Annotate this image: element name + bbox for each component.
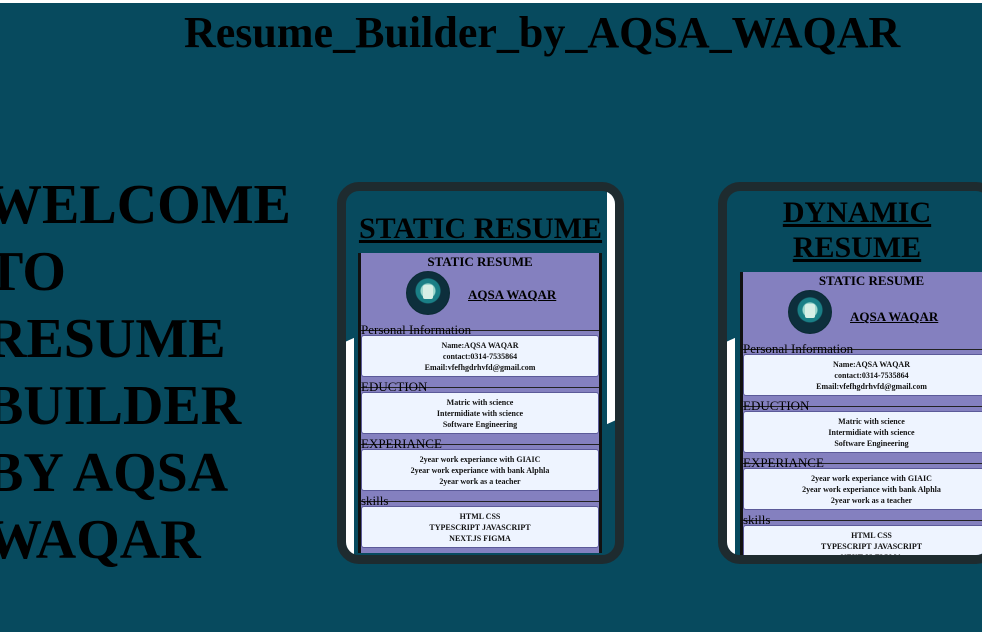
section-line: TYPESCRIPT JAVASCRIPT [820, 542, 923, 551]
section-line: Software Engineering [442, 420, 518, 429]
section-line: Intermidiate with science [828, 428, 915, 437]
section-title-personal: Personal Information [361, 323, 599, 336]
section-box-experience: 2year work experiance with GIAIC 2year w… [743, 468, 982, 510]
resume-profile: AQSA WAQAR [743, 288, 982, 342]
section-line: Email:vfefhgdrhvfd@gmail.com [424, 363, 536, 372]
section-line: NEXT.JS FIGMA [449, 534, 511, 543]
section-box-education: Matric with science Intermidiate with sc… [743, 411, 982, 453]
welcome-line: BY AQSA [0, 442, 229, 504]
resume-name-link[interactable]: AQSA WAQAR [468, 287, 556, 303]
section-line: 2year work as a teacher [439, 477, 521, 486]
section-box-skills: HTML CSS TYPESCRIPT JAVASCRIPT NEXT.JS F… [361, 506, 599, 548]
welcome-heading: WELCOME TO RESUME BUILDER BY AQSA WAQAR [0, 172, 306, 574]
section-title-education: EDUCTION [361, 380, 599, 393]
page-title: Resume_Builder_by_AQSA_WAQAR [184, 8, 901, 57]
section-line: 2year work experiance with bank Alphla [802, 485, 941, 494]
section-line: 2year work experiance with bank Alphla [410, 466, 550, 475]
section-box-personal: Name:AQSA WAQAR contact:0314-7535864 Ema… [361, 335, 599, 377]
section-box-education: Matric with science Intermidiate with sc… [361, 392, 599, 434]
welcome-line: BUILDER [0, 375, 242, 437]
static-resume-card[interactable]: STATIC RESUME STATIC RESUME AQSA WAQAR P… [337, 182, 624, 564]
section-line: contact:0314-7535864 [442, 352, 518, 361]
section-title-education: EDUCTION [743, 399, 982, 412]
section-line: 2year work experiance with GIAIC [419, 455, 541, 464]
section-title-skills: skills [361, 494, 599, 507]
section-line: 2year work as a teacher [830, 496, 913, 505]
section-line: HTML CSS [851, 531, 892, 540]
resume-header: STATIC RESUME [818, 273, 925, 288]
section-line: Software Engineering [834, 439, 909, 448]
welcome-line: WELCOME [0, 174, 291, 236]
section-box-skills: HTML CSS TYPESCRIPT JAVASCRIPT NEXT.JS F… [743, 525, 982, 562]
resume-preview: STATIC RESUME AQSA WAQAR Personal Inform… [358, 253, 602, 553]
dynamic-resume-link[interactable]: DYNAMIC RESUME [757, 195, 957, 265]
section-title-skills: skills [743, 513, 982, 526]
resume-header: STATIC RESUME [427, 254, 533, 269]
section-line: Matric with science [838, 417, 905, 426]
section-line: HTML CSS [459, 512, 501, 521]
section-line: TYPESCRIPT JAVASCRIPT [429, 523, 531, 532]
section-line: 2year work experiance with GIAIC [811, 474, 932, 483]
welcome-line: RESUME [0, 308, 226, 370]
section-title-personal: Personal Information [743, 342, 982, 355]
section-line: Name:AQSA WAQAR [833, 360, 910, 369]
decor-stripe [727, 337, 735, 555]
decor-stripe [346, 337, 354, 555]
section-line: Matric with science [446, 398, 514, 407]
top-strip [0, 0, 982, 3]
welcome-line: TO [0, 241, 66, 303]
avatar [788, 290, 832, 334]
section-line: NEXT.JS FIGMA [840, 553, 903, 562]
resume-preview: STATIC RESUME AQSA WAQAR Personal Inform… [740, 272, 982, 562]
resume-profile: AQSA WAQAR [361, 269, 599, 323]
section-line: Email:vfefhgdrhvfd@gmail.com [816, 382, 927, 391]
resume-name-link[interactable]: AQSA WAQAR [850, 309, 938, 325]
section-title-experience: EXPERIANCE [361, 437, 599, 450]
section-title-experience: EXPERIANCE [743, 456, 982, 469]
section-box-personal: Name:AQSA WAQAR contact:0314-7535864 Ema… [743, 354, 982, 396]
section-line: contact:0314-7535864 [834, 371, 909, 380]
section-box-experience: 2year work experiance with GIAIC 2year w… [361, 449, 599, 491]
section-line: Name:AQSA WAQAR [441, 341, 519, 350]
welcome-line: WAQAR [0, 509, 201, 571]
section-line: Intermidiate with science [436, 409, 524, 418]
dynamic-resume-card[interactable]: DYNAMIC RESUME STATIC RESUME AQSA WAQAR … [718, 182, 982, 564]
static-resume-link[interactable]: STATIC RESUME [346, 211, 615, 246]
avatar [406, 271, 450, 315]
